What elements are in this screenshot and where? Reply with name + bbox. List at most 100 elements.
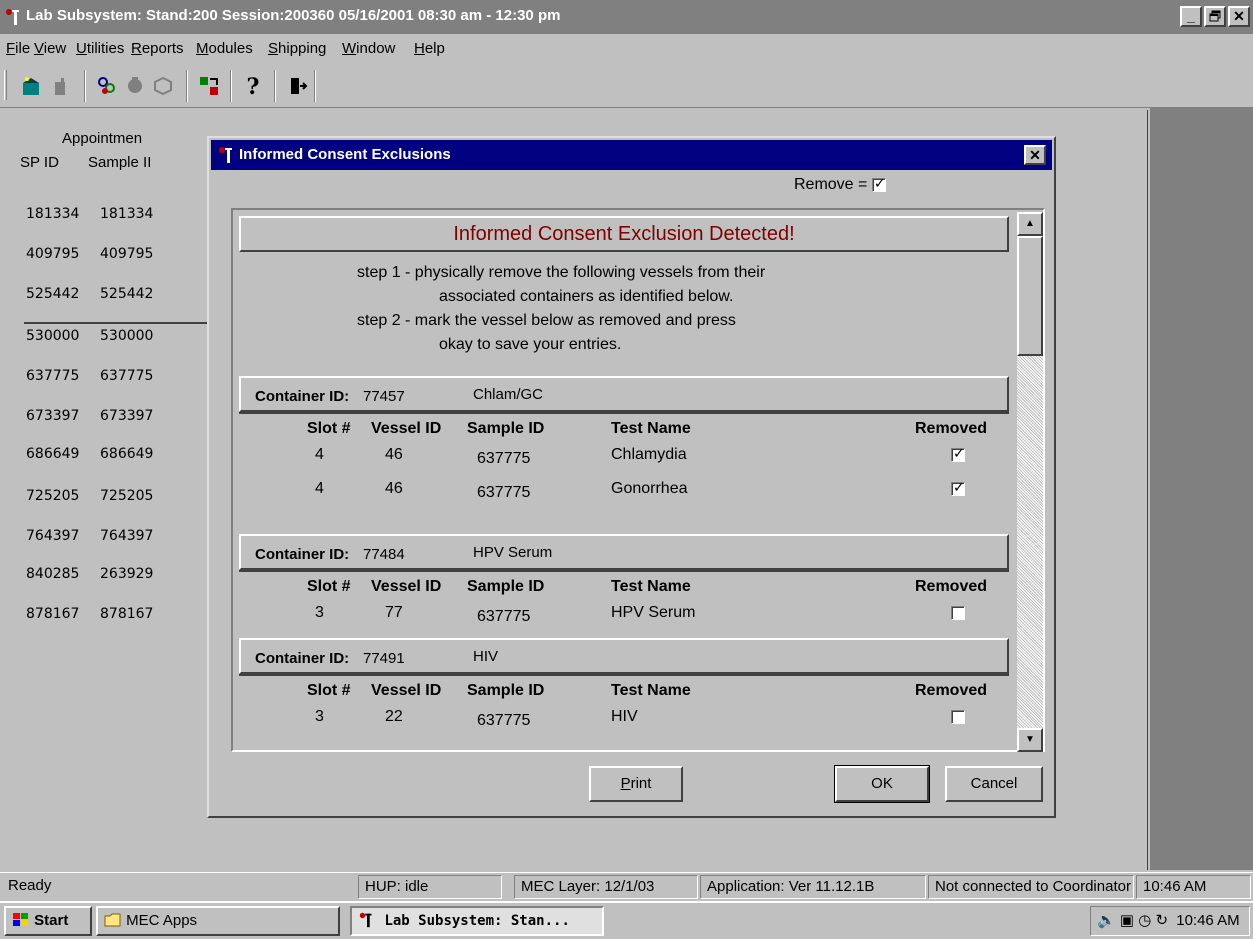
print-icon[interactable] <box>150 74 176 100</box>
slot-cell: 4 <box>315 480 324 497</box>
selected-row-top-line <box>24 322 214 324</box>
speaker-icon[interactable]: 🔈 <box>1097 912 1116 929</box>
main-window-title: Lab Subsystem: Stand:200 Session:200360 … <box>26 7 561 24</box>
container-id-value: 77491 <box>363 650 405 667</box>
toolbar: ? <box>0 64 1253 108</box>
spid-column-header: SP ID <box>20 154 59 171</box>
container-name: HIV <box>473 648 499 665</box>
minimize-button[interactable]: _ <box>1180 6 1202 27</box>
sp-id-cell: 525442 <box>26 286 80 302</box>
menu-modules[interactable]: Modules <box>196 40 253 57</box>
menu-help[interactable]: Help <box>414 40 445 57</box>
test-name-cell: Gonorrhea <box>611 480 688 497</box>
menu-shipping-label: hipping <box>278 40 327 57</box>
vertical-scrollbar[interactable]: ▲ ▼ <box>1017 212 1043 752</box>
help-icon[interactable]: ? <box>240 74 266 100</box>
removed-checkbox[interactable] <box>951 710 965 724</box>
sample-id-cell: 878167 <box>100 606 154 622</box>
menu-file[interactable]: File <box>6 40 30 57</box>
step1-line1: step 1 - physically remove the following… <box>357 264 766 281</box>
sp-id-cell: 878167 <box>26 606 80 622</box>
menu-modules-accel: M <box>196 40 209 57</box>
test-name-column-header: Test Name <box>611 682 691 699</box>
new-icon[interactable] <box>18 74 44 100</box>
menu-reports[interactable]: Reports <box>131 40 184 57</box>
slot-column-header: Slot # <box>307 420 351 437</box>
menu-utilities[interactable]: Utilities <box>76 40 124 57</box>
sample-id-cell: 637775 <box>477 608 531 625</box>
menu-reports-label: eports <box>141 40 184 57</box>
close-button[interactable]: ✕ <box>1228 6 1250 27</box>
dialog-close-button[interactable]: ✕ <box>1024 145 1046 165</box>
container-id-value: 77484 <box>363 546 405 563</box>
removed-column-header: Removed <box>915 578 988 595</box>
restore-button[interactable] <box>1204 6 1226 27</box>
print-button[interactable]: Print <box>589 766 683 802</box>
sample-column-header: Sample ID <box>467 420 545 437</box>
appointment-header: Appointmen <box>62 130 143 147</box>
exit-icon[interactable] <box>284 74 310 100</box>
start-label: Start <box>34 912 69 929</box>
lab-app-icon <box>359 912 372 928</box>
main-title-bar: Lab Subsystem: Stand:200 Session:200360 … <box>0 0 1253 34</box>
scheduler-icon[interactable]: ◷ <box>1138 912 1151 929</box>
removed-checkbox[interactable] <box>951 446 965 462</box>
cancel-button[interactable]: Cancel <box>945 766 1043 802</box>
sample-id-cell: 637775 <box>100 368 154 384</box>
slot-column-header: Slot # <box>307 682 351 699</box>
lab-app-icon <box>6 9 19 25</box>
slot-column-header: Slot # <box>307 578 351 595</box>
start-button[interactable]: Start <box>4 906 92 936</box>
folder-icon <box>104 913 121 927</box>
scroll-up-button[interactable]: ▲ <box>1017 212 1043 236</box>
sample-id-cell: 764397 <box>100 528 154 544</box>
taskbar-mec-apps[interactable]: MEC Apps <box>96 906 340 936</box>
sample-id-cell: 673397 <box>100 408 154 424</box>
open-icon[interactable] <box>48 74 74 100</box>
dialog-title-bar: Informed Consent Exclusions ✕ <box>211 140 1052 170</box>
sample-id-cell: 686649 <box>100 446 154 462</box>
removed-column-header: Removed <box>915 682 988 699</box>
tray-app-icon[interactable]: ↻ <box>1155 912 1168 929</box>
print-label: rint <box>630 775 652 792</box>
status-bar: Ready HUP: idle MEC Layer: 12/1/03 Appli… <box>0 872 1253 900</box>
container-name: Chlam/GC <box>473 386 544 403</box>
vessel-id-cell: 22 <box>385 708 403 725</box>
people-icon[interactable] <box>94 74 120 100</box>
dialog-app-icon <box>219 147 232 163</box>
ok-button[interactable]: OK <box>834 765 930 803</box>
removed-checkbox[interactable] <box>951 480 965 496</box>
sample-column-header: Sample ID <box>467 578 545 595</box>
sp-id-cell: 181334 <box>26 206 80 222</box>
legend-checkbox <box>871 176 886 192</box>
menu-view-label: iew <box>43 40 67 57</box>
taskbar-lab-subsystem[interactable]: Lab Subsystem: Stan... <box>350 906 604 936</box>
test-name-column-header: Test Name <box>611 578 691 595</box>
transfer-icon[interactable] <box>196 74 222 100</box>
menu-help-label: elp <box>424 40 445 57</box>
stop-icon[interactable] <box>122 74 148 100</box>
container-id-value: 77457 <box>363 388 405 405</box>
menu-view[interactable]: View <box>34 40 66 57</box>
sample-id-cell: 181334 <box>100 206 154 222</box>
scroll-down-button[interactable]: ▼ <box>1017 728 1043 752</box>
toolbar-separator <box>314 70 316 102</box>
menu-shipping[interactable]: Shipping <box>268 40 326 57</box>
menu-modules-label: odules <box>208 40 253 57</box>
toolbar-separator <box>274 70 276 102</box>
scroll-thumb[interactable] <box>1017 236 1043 356</box>
status-app-version: Application: Ver 11.12.1B <box>700 875 926 899</box>
mec-apps-label: MEC Apps <box>126 912 198 929</box>
toolbar-grip[interactable] <box>4 70 7 100</box>
sp-id-cell: 637775 <box>26 368 80 384</box>
vessel-column-header: Vessel ID <box>371 420 442 437</box>
menu-window[interactable]: Window <box>342 40 395 57</box>
toolbar-separator <box>84 70 86 102</box>
container-header: Container ID: 77484 HPV Serum <box>239 534 1009 570</box>
network-icon[interactable]: ▣ <box>1120 912 1134 929</box>
sp-id-cell: 840285 <box>26 566 80 582</box>
container-separator <box>239 412 1009 414</box>
mdi-background <box>1150 108 1253 870</box>
lab-subsystem-label: Lab Subsystem: Stan... <box>384 913 570 929</box>
removed-checkbox[interactable] <box>951 606 965 620</box>
